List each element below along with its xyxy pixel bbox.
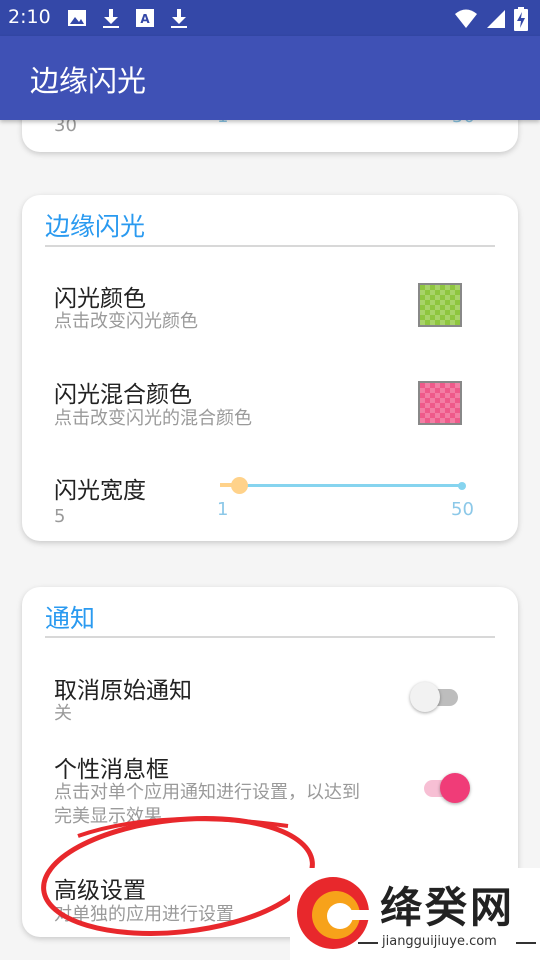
flash-width-max-label: 50 [451, 499, 474, 520]
custom-box-toggle[interactable] [420, 773, 472, 803]
status-notification-icons: A [66, 7, 190, 29]
section-title-notification: 通知 [45, 604, 96, 633]
blend-color-title: 闪光混合颜色 [54, 382, 192, 408]
battery-charging-icon [514, 7, 528, 31]
custom-box-title: 个性消息框 [54, 757, 169, 783]
cancel-original-toggle[interactable] [410, 682, 462, 712]
watermark-line-left [358, 942, 378, 944]
status-system-icons [454, 7, 528, 31]
section-divider [45, 636, 495, 638]
font-icon: A [136, 9, 154, 27]
edge-flash-card: 边缘闪光 闪光颜色 点击改变闪光颜色 闪光混合颜色 点击改变闪光的混合颜色 闪光… [22, 195, 518, 541]
download-icon [171, 9, 187, 28]
slider-thumb[interactable] [231, 477, 248, 494]
status-bar: 2:10 A [0, 0, 540, 36]
watermark-url: jiangguijiuye.com [382, 934, 497, 949]
watermark-logo-icon [297, 877, 370, 949]
page-title: 边缘闪光 [30, 64, 147, 98]
cancel-original-subtitle: 关 [54, 703, 72, 724]
app-bar: 边缘闪光 [0, 36, 540, 120]
slider-end-marker [458, 482, 466, 490]
flash-width-value: 5 [54, 506, 66, 527]
flash-width-title: 闪光宽度 [54, 478, 146, 504]
watermark-name: 绛癸网 [380, 883, 516, 932]
section-title-edge-flash: 边缘闪光 [45, 212, 146, 241]
signal-icon [487, 10, 505, 28]
section-divider [45, 245, 495, 247]
flash-width-slider[interactable] [220, 475, 466, 497]
flash-width-min-label: 1 [217, 499, 229, 520]
flash-color-subtitle: 点击改变闪光颜色 [54, 311, 198, 332]
image-icon [68, 10, 86, 26]
cancel-original-title: 取消原始通知 [54, 678, 192, 704]
download-icon [103, 9, 119, 28]
advanced-subtitle: 对单独的应用进行设置 [54, 904, 234, 925]
toggle-thumb [410, 682, 440, 712]
custom-box-subtitle: 点击对单个应用通知进行设置，以达到完美显示效果 [54, 782, 360, 827]
status-time: 2:10 [8, 6, 51, 28]
blend-color-swatch[interactable] [418, 381, 462, 425]
watermark: 绛癸网 jiangguijiuye.com [290, 868, 540, 960]
blend-color-subtitle: 点击改变闪光的混合颜色 [54, 408, 252, 429]
watermark-line-right [516, 942, 536, 944]
svg-text:A: A [140, 12, 150, 26]
slider-track [220, 484, 462, 487]
flash-color-swatch[interactable] [418, 283, 462, 327]
flash-color-title: 闪光颜色 [54, 286, 146, 312]
wifi-icon [455, 9, 477, 28]
advanced-title: 高级设置 [54, 878, 146, 904]
toggle-thumb [440, 773, 470, 803]
